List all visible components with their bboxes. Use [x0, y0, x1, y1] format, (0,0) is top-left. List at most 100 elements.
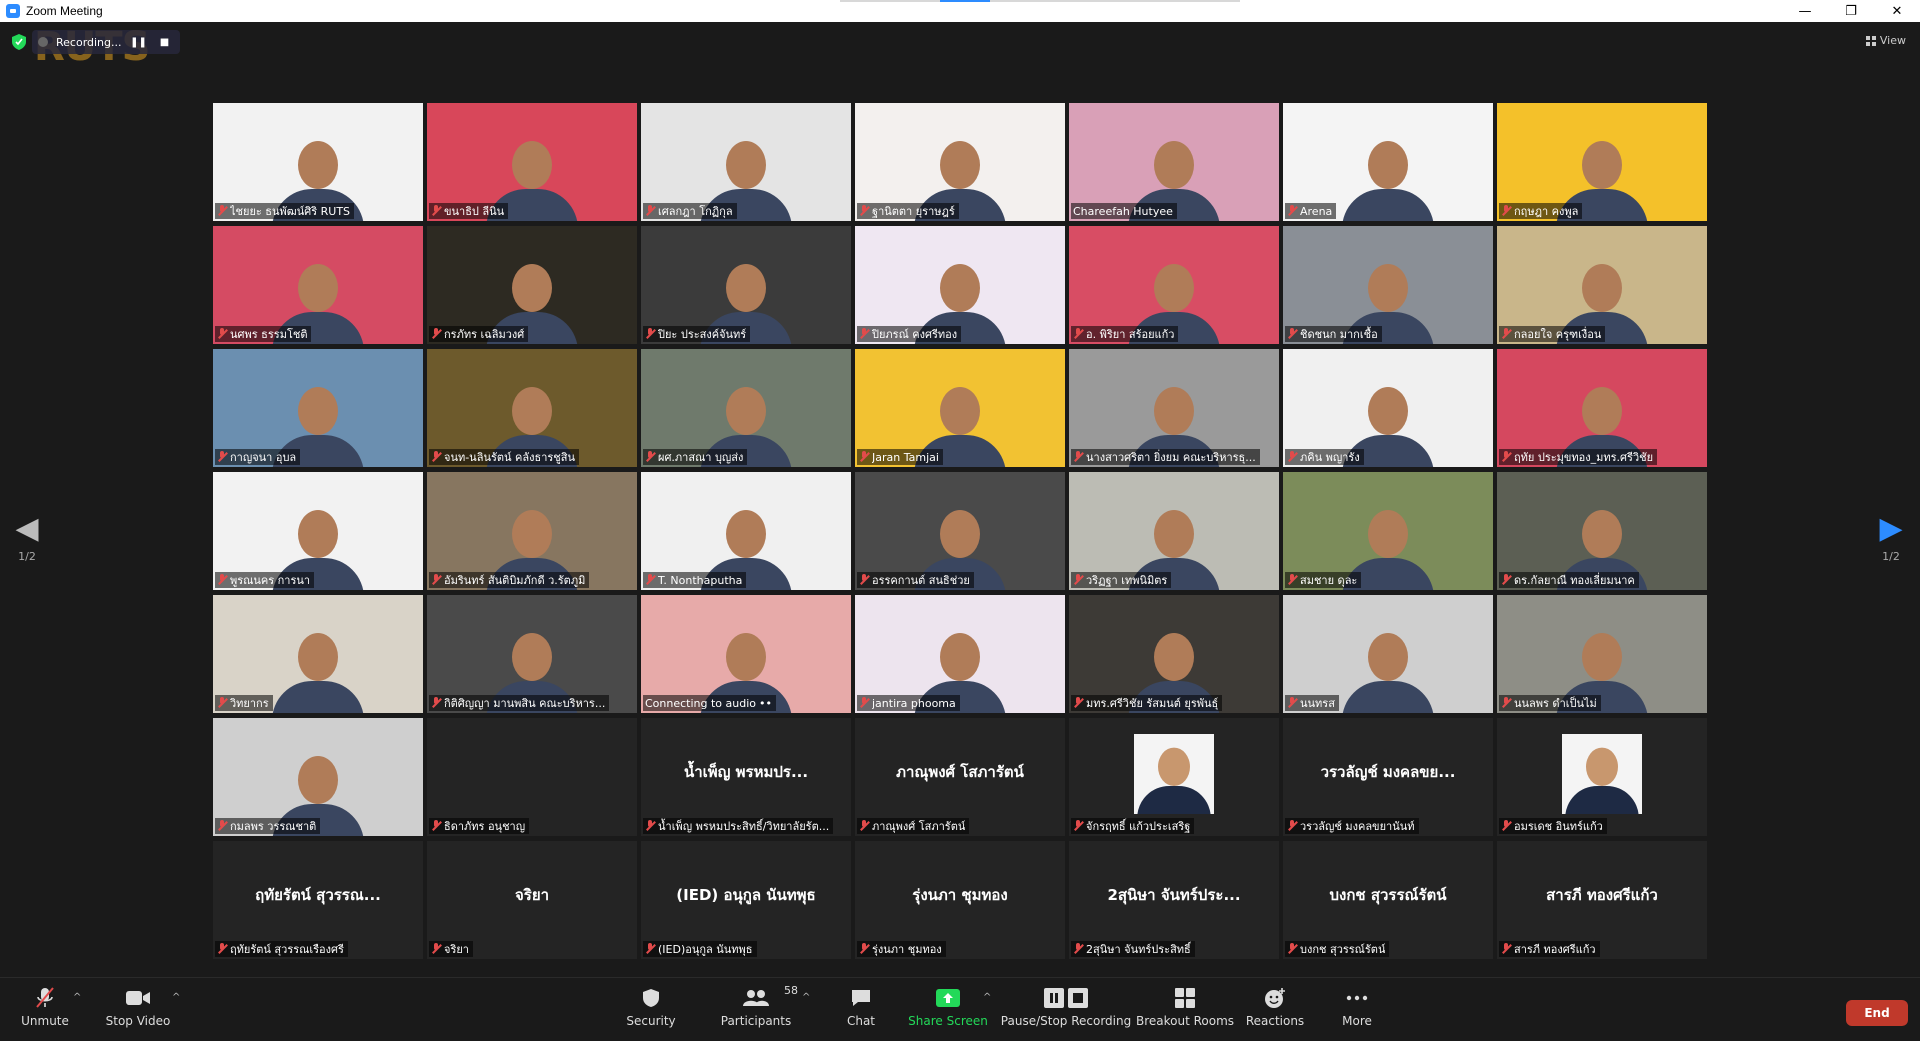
participant-tile[interactable]: อ. พิริยา สร้อยแก้ว	[1069, 226, 1279, 344]
muted-mic-icon	[431, 574, 441, 586]
chat-button[interactable]: Chat	[844, 984, 878, 1036]
participant-tile[interactable]: วริฏฐา เทพนิมิตร	[1069, 472, 1279, 590]
participant-tile[interactable]: พูรณนคร การนา	[213, 472, 423, 590]
participant-tile[interactable]: ผศ.ภาสณา บุญส่ง	[641, 349, 851, 467]
participant-tile[interactable]: อัมรินทร์ สันติบิมภักดี ว.รัตภูมิ	[427, 472, 637, 590]
participant-tile[interactable]: ฐานิตตา ยุราษฎร์	[855, 103, 1065, 221]
participant-tile[interactable]: Chareefah Hutyee	[1069, 103, 1279, 221]
participant-tile[interactable]: มทร.ศรีวิชัย รัสมนต์ ยุรพันธุ์	[1069, 595, 1279, 713]
participant-tile[interactable]: ไชยยะ ธนพัฒน์ศิริ RUTS	[213, 103, 423, 221]
participant-tile[interactable]: เศลกฎา โกฏิกุล	[641, 103, 851, 221]
participant-name-bar: บงกช สุวรรณ์รัตน์	[1285, 941, 1390, 957]
participant-tile[interactable]: jantira phooma	[855, 595, 1065, 713]
participant-tile[interactable]: กรภัทร เฉลิมวงศ์	[427, 226, 637, 344]
participants-icon: 58	[734, 984, 798, 1012]
participant-tile[interactable]: กาญจนา อุบล	[213, 349, 423, 467]
participant-tile[interactable]: บงกช สุวรรณ์รัตน์ บงกช สุวรรณ์รัตน์	[1283, 841, 1493, 959]
pause-recording-button[interactable]: ❚❚	[130, 33, 148, 51]
unmute-button[interactable]: Unmute	[20, 984, 70, 1036]
participant-silhouette	[1342, 621, 1434, 713]
stop-video-button[interactable]: Stop Video	[106, 984, 170, 1036]
audio-options-caret[interactable]: ^	[73, 992, 81, 1003]
muted-mic-icon	[217, 697, 227, 709]
participant-tile[interactable]: กลอยใจ ครุฑเงื่อน	[1497, 226, 1707, 344]
participant-tile[interactable]: ปิยะ ประสงค์จันทร์	[641, 226, 851, 344]
participant-tile[interactable]: อรรคกานต์ สนธิช่วย	[855, 472, 1065, 590]
participant-tile[interactable]: (IED) อนุกูล นันทพุธ (IED)อนุกูล นันทพุธ	[641, 841, 851, 959]
participant-tile[interactable]: จริยา จริยา	[427, 841, 637, 959]
end-meeting-button[interactable]: End	[1846, 1000, 1908, 1026]
pause-stop-recording-button[interactable]: Pause/Stop Recording	[1001, 984, 1131, 1036]
next-page-button[interactable]: ▶ 1/2	[1876, 512, 1906, 582]
participant-tile[interactable]: 2สุนิษา จันทร์ประ... 2สุนิษา จันทร์ประสิท…	[1069, 841, 1279, 959]
participants-options-caret[interactable]: ^	[802, 992, 810, 1003]
view-button[interactable]: View	[1865, 34, 1906, 47]
video-options-caret[interactable]: ^	[172, 992, 180, 1003]
participant-gallery-grid: ไชยยะ ธนพัฒน์ศิริ RUTS ขนาธิป ลีนิน เศลกฎา…	[213, 103, 1709, 972]
participant-name-bar: ภคิน พญารัง	[1285, 449, 1364, 465]
participant-name: ขนาธิป ลีนิน	[444, 205, 505, 218]
participant-tile[interactable]: ภคิน พญารัง	[1283, 349, 1493, 467]
muted-mic-icon	[1287, 574, 1297, 586]
participant-name: Connecting to audio	[645, 696, 757, 710]
participant-tile[interactable]: รุ่งนภา ชุมทอง รุ่งนภา ชุมทอง	[855, 841, 1065, 959]
participant-tile[interactable]: Arena	[1283, 103, 1493, 221]
participant-tile[interactable]: สารภี ทองศรีแก้ว สารภี ทองศรีแก้ว	[1497, 841, 1707, 959]
chevron-left-icon: ◀	[15, 511, 39, 546]
participant-tile[interactable]: กิติศิญญา มานพสิน คณะบริหาร...	[427, 595, 637, 713]
participant-tile[interactable]: อมรเดช อินทร์แก้ว	[1497, 718, 1707, 836]
participant-tile[interactable]: Connecting to audio ••	[641, 595, 851, 713]
participant-tile[interactable]: จนท-นลินรัตน์ คลังธารชูสิน	[427, 349, 637, 467]
participant-tile[interactable]: กฤษฎา คงพูล	[1497, 103, 1707, 221]
participant-name-bar: กาญจนา อุบล	[215, 449, 301, 465]
breakout-rooms-button[interactable]: Breakout Rooms	[1136, 984, 1234, 1036]
participant-tile[interactable]: นนทรส	[1283, 595, 1493, 713]
participant-tile[interactable]: ฤทัย ประมุขทอง_มทร.ศรีวิชัย	[1497, 349, 1707, 467]
share-screen-button[interactable]: Share Screen	[908, 984, 988, 1036]
participant-name-bar: อมรเดช อินทร์แก้ว	[1499, 818, 1607, 834]
participant-tile[interactable]: Jaran Tamjai	[855, 349, 1065, 467]
participant-tile[interactable]: ปิยภรณ์ คงศรีทอง	[855, 226, 1065, 344]
share-screen-label: Share Screen	[908, 1014, 988, 1028]
security-button[interactable]: Security	[626, 984, 676, 1036]
participant-tile[interactable]: ธิดาภัทร อนุชาญ	[427, 718, 637, 836]
participant-tile[interactable]: ดร.กัลยาณี ทองเลี่ยมนาค	[1497, 472, 1707, 590]
more-button[interactable]: More	[1340, 984, 1374, 1036]
participants-button[interactable]: 58 Participants	[721, 984, 798, 1036]
participant-tile[interactable]: นศพร ธรรมโชติ	[213, 226, 423, 344]
participant-tile[interactable]: วรวลัญช์ มงคลขย... วรวลัญช์ มงคลขยานันท์	[1283, 718, 1493, 836]
muted-mic-icon	[859, 205, 869, 217]
reactions-button[interactable]: Reactions	[1246, 984, 1304, 1036]
participant-tile[interactable]: สมชาย ดุละ	[1283, 472, 1493, 590]
participant-tile[interactable]: T. Nonthaputha	[641, 472, 851, 590]
share-options-caret[interactable]: ^	[983, 992, 991, 1003]
participant-tile[interactable]: นนลพร ดำเป็นไม่	[1497, 595, 1707, 713]
participant-tile[interactable]: ภาณุพงศ์ โสภารัตน์ ภาณุพงศ์ โสภารัตน์	[855, 718, 1065, 836]
participant-tile[interactable]: กมลพร วรรณชาติ	[213, 718, 423, 836]
participant-tile[interactable]: ชิดชนก มากเชื้อ	[1283, 226, 1493, 344]
participant-name: วริฏฐา เทพนิมิตร	[1086, 574, 1168, 587]
participant-name: วิทยากร	[230, 697, 269, 710]
participant-name: อมรเดช อินทร์แก้ว	[1514, 820, 1603, 833]
minimize-button[interactable]: —	[1782, 0, 1828, 22]
muted-mic-icon	[217, 328, 227, 340]
muted-mic-icon	[1073, 943, 1083, 955]
maximize-button[interactable]: ❐	[1828, 0, 1874, 22]
participant-name: Chareefah Hutyee	[1073, 204, 1173, 218]
participant-tile[interactable]: นางสาวศริตา ยิ่งยม คณะบริหารธุ...	[1069, 349, 1279, 467]
page-indicator-right: 1/2	[1882, 550, 1900, 563]
participant-tile[interactable]: จักรฤทธิ์ แก้วประเสริฐ	[1069, 718, 1279, 836]
muted-mic-icon	[645, 820, 655, 832]
connecting-dots-icon: ••	[759, 696, 772, 710]
participant-name: T. Nonthaputha	[658, 573, 743, 587]
stop-recording-button[interactable]: ■	[156, 33, 174, 51]
participant-tile[interactable]: น้ำเพ็ญ พรหมปร... น้ำเพ็ญ พรหมประสิทธิ์/ว…	[641, 718, 851, 836]
muted-mic-icon	[645, 574, 655, 586]
close-button[interactable]: ✕	[1874, 0, 1920, 22]
shield-icon[interactable]	[12, 34, 26, 50]
previous-page-button[interactable]: ◀ 1/2	[12, 512, 42, 582]
participant-name-bar: อรรคกานต์ สนธิช่วย	[857, 572, 974, 588]
participant-tile[interactable]: ฤทัยรัตน์ สุวรรณ... ฤทัยรัตน์ สุวรรณเรือง…	[213, 841, 423, 959]
participant-tile[interactable]: วิทยากร	[213, 595, 423, 713]
participant-tile[interactable]: ขนาธิป ลีนิน	[427, 103, 637, 221]
